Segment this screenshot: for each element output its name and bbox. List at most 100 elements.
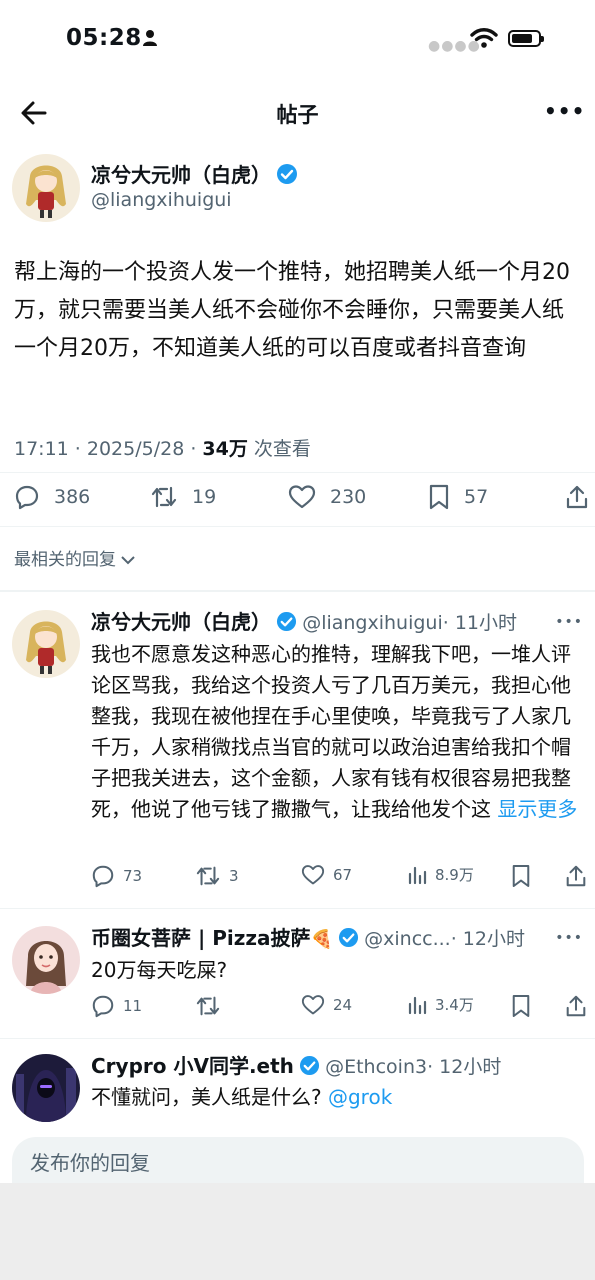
post-views-label: 次查看 <box>247 438 311 460</box>
bookmark-count: 57 <box>464 486 489 508</box>
battery-icon <box>508 30 544 47</box>
bookmark-button[interactable]: 57 <box>428 484 488 510</box>
reply-avatar[interactable] <box>12 926 80 994</box>
app-screen: 05:28 ●●●● 帖子 ••• 凉兮大元帅（白虎） @liangxihuig… <box>0 0 595 1183</box>
verified-badge-icon <box>277 611 297 632</box>
person-icon <box>143 30 157 46</box>
divider <box>0 908 595 909</box>
post-actions: 386 19 230 57 <box>0 478 595 518</box>
reply-time: · 12小时 <box>427 1056 502 1078</box>
sort-label: 最相关的回复 <box>14 550 116 570</box>
reply-time: · 11小时 <box>442 612 518 634</box>
views-bar-icon <box>408 866 427 884</box>
reply-text-body: 不懂就问，美人纸是什么? <box>91 1085 322 1109</box>
mention-link[interactable]: @grok <box>328 1085 392 1109</box>
repost-icon <box>196 866 220 886</box>
reply-author-name[interactable]: Crypro 小V同学.eth <box>91 1054 294 1078</box>
repost-button[interactable]: 3 <box>195 864 239 888</box>
views-button[interactable]: 3.4万 <box>407 994 474 1015</box>
views-count: 3.4万 <box>435 996 474 1014</box>
bookmark-icon <box>429 484 449 510</box>
bookmark-icon <box>512 865 530 887</box>
reply-author-handle[interactable]: @Ethcoin3 <box>325 1056 427 1078</box>
views-count: 8.9万 <box>435 866 474 884</box>
share-button[interactable] <box>564 484 590 510</box>
reply-avatar[interactable] <box>12 610 80 678</box>
reply-count: 73 <box>123 867 143 885</box>
chevron-down-icon <box>121 556 136 565</box>
repost-count: 3 <box>229 867 239 885</box>
share-icon <box>566 485 588 509</box>
verified-badge-icon <box>277 164 298 184</box>
author-avatar[interactable] <box>12 154 80 222</box>
author-handle[interactable]: @liangxihuigui <box>91 189 232 211</box>
reply-author-handle[interactable]: @xincc... <box>364 928 451 950</box>
reply-text-body: 我也不愿意发这种恶心的推特，理解我下吧，一堆人评论区骂我，我给这个投资人亏了几百… <box>91 642 571 821</box>
reply-count: 11 <box>123 997 143 1015</box>
post-text: 帮上海的一个投资人发一个推特，她招聘美人纸一个月20万，就只需要当美人纸不会碰你… <box>14 260 570 361</box>
views-button[interactable]: 8.9万 <box>407 864 474 885</box>
heart-icon <box>301 995 325 1015</box>
status-time: 05:28 <box>66 25 142 51</box>
reply-more-icon[interactable]: ••• <box>555 614 583 630</box>
divider <box>0 472 595 473</box>
reply-button[interactable]: 73 <box>91 864 142 888</box>
bookmark-button[interactable] <box>511 994 531 1018</box>
reply-actions: 11 24 3.4万 <box>91 994 591 1024</box>
author-name[interactable]: 凉兮大元帅（白虎） <box>91 163 271 187</box>
reply-button[interactable]: 386 <box>14 484 90 510</box>
divider <box>0 1038 595 1039</box>
verified-badge-icon <box>339 927 359 948</box>
repost-icon <box>196 996 220 1016</box>
heart-icon <box>288 485 316 509</box>
sort-replies-dropdown[interactable]: 最相关的回复 <box>14 545 136 570</box>
reply-icon <box>92 995 114 1018</box>
reply-button[interactable]: 11 <box>91 994 142 1018</box>
pizza-emoji-icon: 🍕 <box>310 929 333 950</box>
repost-count: 19 <box>192 486 217 508</box>
reply-more-icon[interactable]: ••• <box>555 930 583 946</box>
divider <box>0 526 595 527</box>
share-icon <box>566 995 586 1017</box>
repost-button[interactable] <box>195 994 229 1018</box>
share-icon <box>566 865 586 887</box>
verified-badge-icon <box>299 1055 320 1076</box>
reply-text: 我也不愿意发这种恶心的推特，理解我下吧，一堆人评论区骂我，我给这个投资人亏了几百… <box>91 639 585 825</box>
reply-input-placeholder: 发布你的回复 <box>30 1151 150 1175</box>
repost-button[interactable]: 19 <box>150 484 216 510</box>
post-views-count: 34万 <box>202 438 248 460</box>
reply-time: · 12小时 <box>450 928 525 950</box>
author-name-row: 凉兮大元帅（白虎） <box>91 159 298 188</box>
share-button[interactable] <box>564 994 588 1018</box>
reply-author-handle[interactable]: @liangxihuigui <box>302 612 443 634</box>
like-button[interactable]: 67 <box>301 864 352 886</box>
reply-icon <box>15 485 39 510</box>
reply-compose-bar[interactable]: 发布你的回复 <box>12 1137 584 1183</box>
reply-actions: 73 3 67 8.9万 <box>91 864 591 894</box>
reply-author-name[interactable]: 凉兮大元帅（白虎） <box>91 610 271 634</box>
like-count: 67 <box>333 866 353 884</box>
reply-author-name[interactable]: 币圈女菩萨 | Pizza披萨 <box>91 926 311 950</box>
heart-icon <box>301 865 325 885</box>
reply-count: 386 <box>54 486 91 508</box>
like-button[interactable]: 230 <box>288 484 366 510</box>
page-title: 帖子 <box>276 103 319 127</box>
post-meta: 17:11 · 2025/5/28 · 34万 次查看 <box>14 434 311 461</box>
wifi-icon <box>470 28 498 48</box>
reply-text: 20万每天吃屎? <box>91 958 228 982</box>
share-button[interactable] <box>564 864 588 888</box>
divider <box>0 590 595 592</box>
repost-icon <box>151 486 177 508</box>
reply-text: 不懂就问，美人纸是什么? @grok <box>91 1082 585 1113</box>
reply-avatar[interactable] <box>12 1054 80 1122</box>
like-button[interactable]: 24 <box>301 994 352 1016</box>
status-bar: 05:28 ●●●● <box>0 0 595 80</box>
reply-icon <box>92 865 114 888</box>
views-bar-icon <box>408 996 427 1014</box>
more-options-icon[interactable]: ••• <box>544 99 585 123</box>
bookmark-button[interactable] <box>511 864 531 888</box>
show-more-link[interactable]: 显示更多 <box>497 797 577 821</box>
like-count: 24 <box>333 996 353 1014</box>
bookmark-icon <box>512 995 530 1017</box>
reply-header: Crypro 小V同学.eth @Ethcoin3· 12小时 <box>91 1050 501 1079</box>
